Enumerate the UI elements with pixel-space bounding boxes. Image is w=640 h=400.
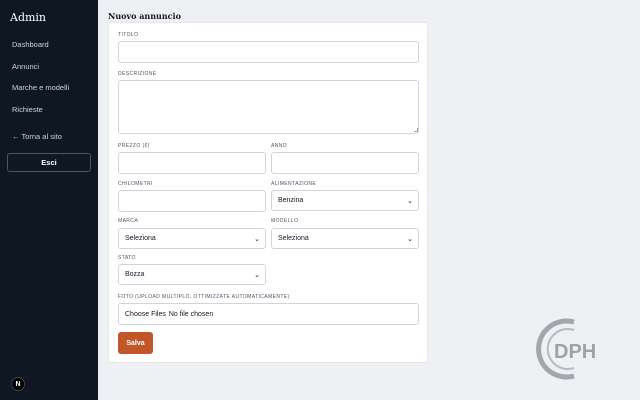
descrizione-label: DESCRIZIONE — [118, 71, 157, 77]
logout-button[interactable]: Esci — [7, 153, 91, 172]
sidebar: Admin Dashboard Annunci Marche e modelli… — [0, 0, 98, 400]
marca-value: Seleziona — [125, 235, 156, 242]
anno-input[interactable] — [271, 152, 419, 174]
stato-value: Bozza — [125, 271, 145, 278]
next-logo-icon[interactable]: N — [11, 377, 25, 391]
brand-title: Admin — [10, 11, 47, 24]
stato-label: STATO — [118, 255, 136, 261]
save-button[interactable]: Salva — [118, 332, 153, 354]
sidebar-item-dashboard[interactable]: Dashboard — [12, 40, 49, 49]
sidebar-item-annunci[interactable]: Annunci — [12, 62, 39, 71]
sidebar-item-richieste[interactable]: Richieste — [12, 105, 43, 114]
watermark-text: DPH — [554, 341, 596, 363]
back-to-site-link[interactable]: ← Torna al sito — [12, 132, 62, 141]
alimentazione-select[interactable]: Benzina ⌄ — [271, 190, 419, 211]
alimentazione-value: Benzina — [278, 197, 304, 204]
chilometri-input[interactable] — [118, 190, 266, 212]
stato-select[interactable]: Bozza ⌄ — [118, 264, 266, 285]
titolo-input[interactable] — [118, 41, 419, 63]
modello-value: Seleziona — [278, 235, 309, 242]
chevron-down-icon: ⌄ — [254, 271, 260, 279]
dph-watermark-logo: DPH — [536, 318, 596, 380]
sidebar-item-marche-modelli[interactable]: Marche e modelli — [12, 83, 69, 92]
chevron-down-icon: ⌄ — [407, 235, 413, 243]
resize-handle-icon[interactable] — [414, 128, 418, 132]
foto-label: FOTO (UPLOAD MULTIPLO, OTTIMIZZATE AUTOM… — [118, 294, 290, 300]
chevron-down-icon: ⌄ — [407, 197, 413, 205]
descrizione-textarea[interactable] — [118, 80, 419, 134]
anno-label: ANNO — [271, 143, 288, 149]
file-status: No file chosen — [168, 310, 214, 318]
alimentazione-label: ALIMENTAZIONE — [271, 181, 317, 187]
marca-label: MARCA — [118, 218, 139, 224]
chilometri-label: CHILOMETRI — [118, 181, 153, 187]
foto-file-input[interactable]: Choose Files No file chosen — [118, 303, 419, 325]
chevron-down-icon: ⌄ — [254, 235, 260, 243]
modello-label: MODELLO — [271, 218, 299, 224]
titolo-label: TITOLO — [118, 32, 139, 38]
prezzo-label: PREZZO (€) — [118, 143, 150, 149]
modello-select[interactable]: Seleziona ⌄ — [271, 228, 419, 249]
page-title: Nuovo annuncio — [108, 11, 181, 21]
prezzo-input[interactable] — [118, 152, 266, 174]
marca-select[interactable]: Seleziona ⌄ — [118, 228, 266, 249]
choose-files-button[interactable]: Choose Files — [125, 311, 166, 318]
